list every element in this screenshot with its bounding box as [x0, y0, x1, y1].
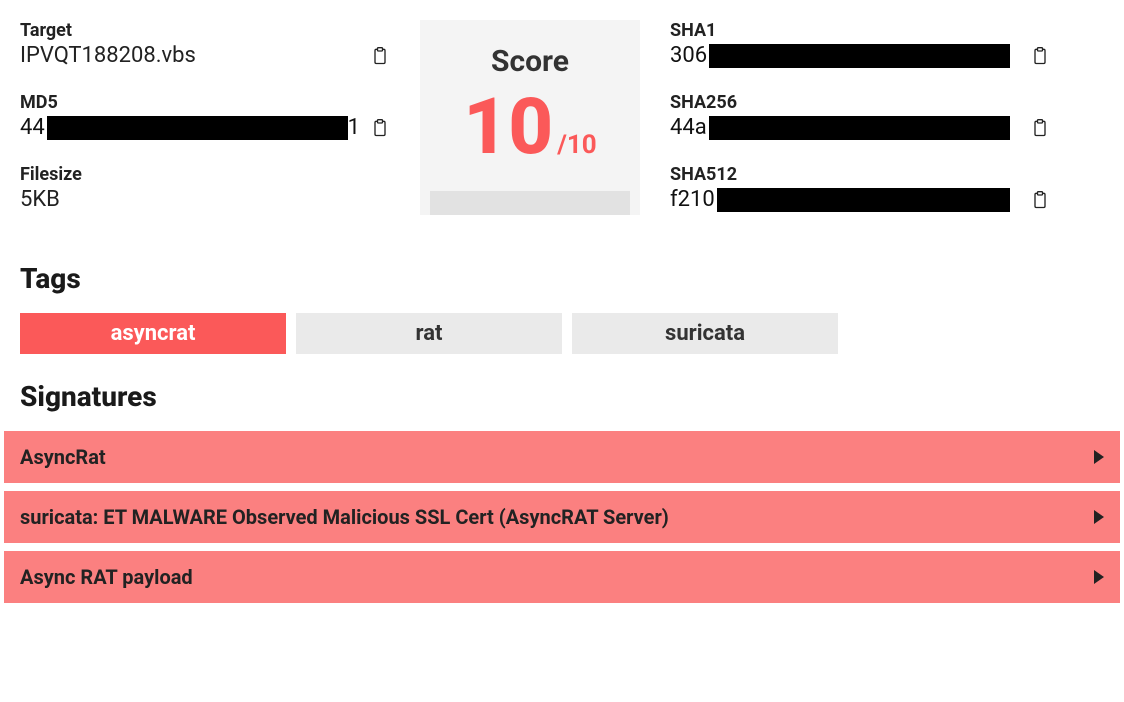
chevron-right-icon [1094, 450, 1104, 464]
copy-sha1-icon[interactable] [1030, 46, 1050, 66]
sha1-value: 306 [670, 43, 1010, 68]
copy-md5-icon[interactable] [370, 118, 390, 138]
file-info-left: Target IPVQT188208.vbs MD5 44 1 Filesize… [20, 20, 390, 236]
tag-suricata[interactable]: suricata [572, 313, 838, 354]
signature-row[interactable]: AsyncRat [4, 431, 1120, 483]
chevron-right-icon [1094, 510, 1104, 524]
sha512-label: SHA512 [670, 164, 1050, 185]
score-outof: /10 [557, 130, 596, 160]
signature-row[interactable]: suricata: ET MALWARE Observed Malicious … [4, 491, 1120, 543]
signatures-heading: Signatures [20, 380, 1104, 413]
signature-label: Async RAT payload [20, 565, 193, 589]
chevron-right-icon [1094, 570, 1104, 584]
signatures-list: AsyncRat suricata: ET MALWARE Observed Ma… [0, 431, 1124, 603]
redacted-bar [709, 116, 1010, 140]
redacted-bar [717, 188, 1010, 212]
score-progress-bar [430, 191, 630, 215]
filesize-value: 5KB [20, 187, 390, 212]
copy-sha512-icon[interactable] [1030, 190, 1050, 210]
sha256-label: SHA256 [670, 92, 1050, 113]
sha512-value: f210 [670, 187, 1010, 212]
signature-label: AsyncRat [20, 445, 106, 469]
tags-row: asyncratratsuricata [20, 313, 1104, 354]
md5-value: 44 1 [20, 115, 360, 140]
signature-label: suricata: ET MALWARE Observed Malicious … [20, 505, 669, 529]
copy-target-icon[interactable] [370, 46, 390, 66]
filesize-label: Filesize [20, 164, 390, 185]
redacted-bar [47, 116, 348, 140]
md5-label: MD5 [20, 92, 390, 113]
sha1-label: SHA1 [670, 20, 1050, 41]
redacted-bar [709, 44, 1010, 68]
target-label: Target [20, 20, 390, 41]
copy-sha256-icon[interactable] [1030, 118, 1050, 138]
score-card: Score 10 /10 [420, 20, 640, 215]
tag-rat[interactable]: rat [296, 313, 562, 354]
tag-asyncrat[interactable]: asyncrat [20, 313, 286, 354]
target-value: IPVQT188208.vbs [20, 43, 196, 68]
sha256-value: 44a [670, 115, 1010, 140]
score-value: 10 [463, 89, 553, 167]
score-title: Score [430, 44, 630, 79]
file-info-right: SHA1 306 SHA256 44a SHA512 [670, 20, 1050, 236]
tags-heading: Tags [20, 262, 1104, 295]
signature-row[interactable]: Async RAT payload [4, 551, 1120, 603]
